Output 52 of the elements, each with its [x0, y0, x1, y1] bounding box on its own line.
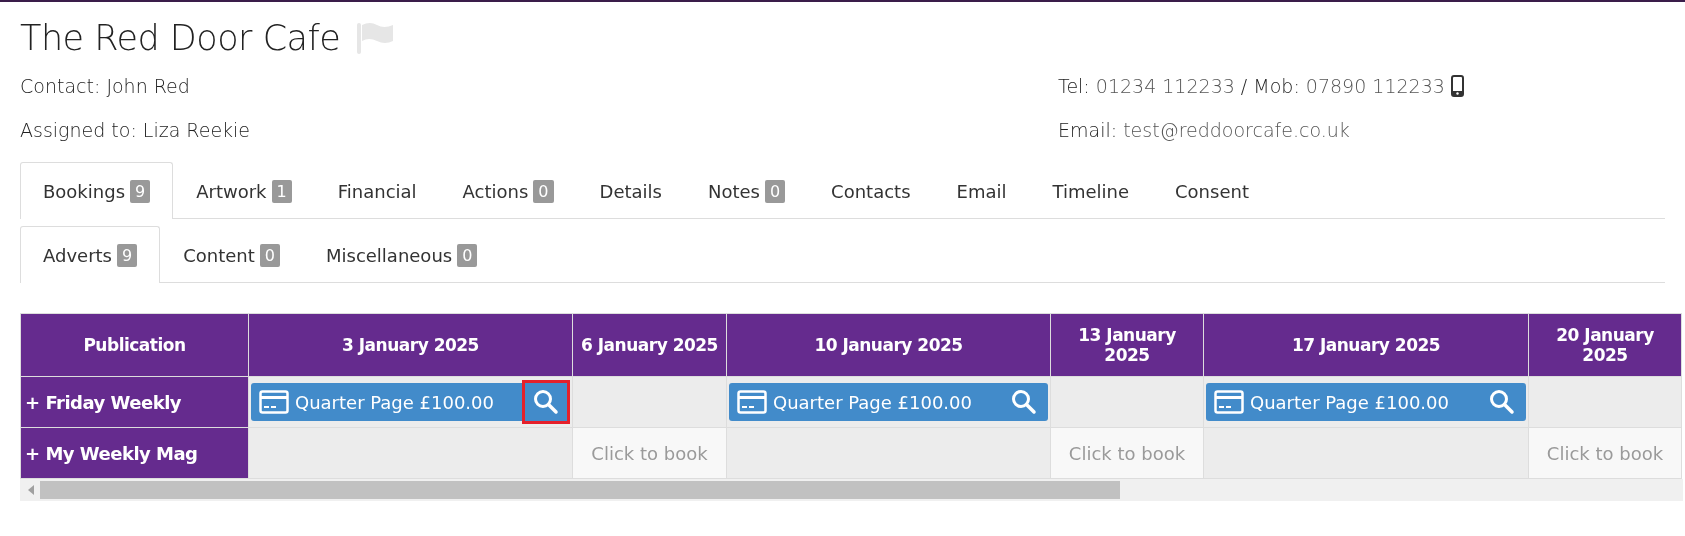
column-header: 6 January 2025: [572, 313, 727, 377]
booking-label: Quarter Page £100.00: [295, 391, 494, 413]
scrollbar-thumb[interactable]: [40, 481, 1120, 499]
tab[interactable]: Contacts: [808, 162, 934, 219]
search-icon: [1489, 389, 1515, 415]
tab[interactable]: Actions 0: [439, 162, 577, 219]
booking-button[interactable]: Quarter Page £100.00: [1206, 383, 1526, 421]
column-header: Publication: [20, 313, 249, 377]
count-badge: 0: [259, 243, 280, 267]
booking-label: Quarter Page £100.00: [1250, 391, 1449, 413]
search-button[interactable]: [522, 380, 570, 424]
mobile-phone-icon: [1450, 75, 1464, 97]
tab[interactable]: Timeline: [1029, 162, 1153, 219]
page-title: The Red Door Cafe: [20, 18, 341, 58]
count-badge: 0: [533, 179, 554, 203]
column-header: 3 January 2025: [248, 313, 573, 377]
credit-card-icon: [1214, 390, 1244, 414]
count-badge: 9: [130, 179, 151, 203]
column-header: 20 January 2025: [1528, 313, 1682, 377]
assigned-text: Assigned to: Liza Reekie: [20, 119, 251, 141]
horizontal-scrollbar[interactable]: [20, 479, 1683, 501]
count-badge: 1: [271, 179, 292, 203]
column-header: 10 January 2025: [726, 313, 1051, 377]
count-badge: 0: [764, 179, 786, 203]
publication-cell[interactable]: + Friday Weekly: [20, 376, 249, 428]
tab[interactable]: Artwork 1: [173, 162, 315, 219]
tab[interactable]: Email: [933, 162, 1030, 219]
scroll-left-icon[interactable]: [26, 484, 36, 496]
booking-button[interactable]: Quarter Page £100.00: [729, 383, 1048, 421]
tab[interactable]: Consent: [1152, 162, 1272, 219]
tab[interactable]: Notes 0: [684, 162, 809, 219]
search-icon: [1011, 389, 1037, 415]
tab[interactable]: Miscellaneous 0: [302, 226, 501, 283]
email-text: Email: test@reddoorcafe.co.uk: [1058, 119, 1350, 141]
credit-card-icon: [737, 390, 767, 414]
search-icon: [533, 389, 559, 415]
tab[interactable]: Bookings 9: [20, 162, 174, 219]
column-header: 17 January 2025: [1203, 313, 1529, 377]
credit-card-icon: [259, 390, 289, 414]
count-badge: 9: [117, 243, 138, 267]
booking-label: Quarter Page £100.00: [773, 391, 972, 413]
contact-text: Contact: John Red: [20, 75, 190, 97]
flag-icon[interactable]: [356, 21, 395, 55]
phone-text: Tel: 01234 112233 / Mob: 07890 112233: [1058, 75, 1445, 97]
tab[interactable]: Adverts 9: [20, 226, 161, 283]
tab[interactable]: Content 0: [160, 226, 303, 283]
count-badge: 0: [457, 243, 478, 267]
tab[interactable]: Financial: [314, 162, 440, 219]
tab[interactable]: Details: [576, 162, 685, 219]
publication-cell[interactable]: + My Weekly Mag: [20, 427, 249, 479]
booking-button[interactable]: Quarter Page £100.00: [251, 383, 570, 421]
column-header: 13 January 2025: [1050, 313, 1204, 377]
